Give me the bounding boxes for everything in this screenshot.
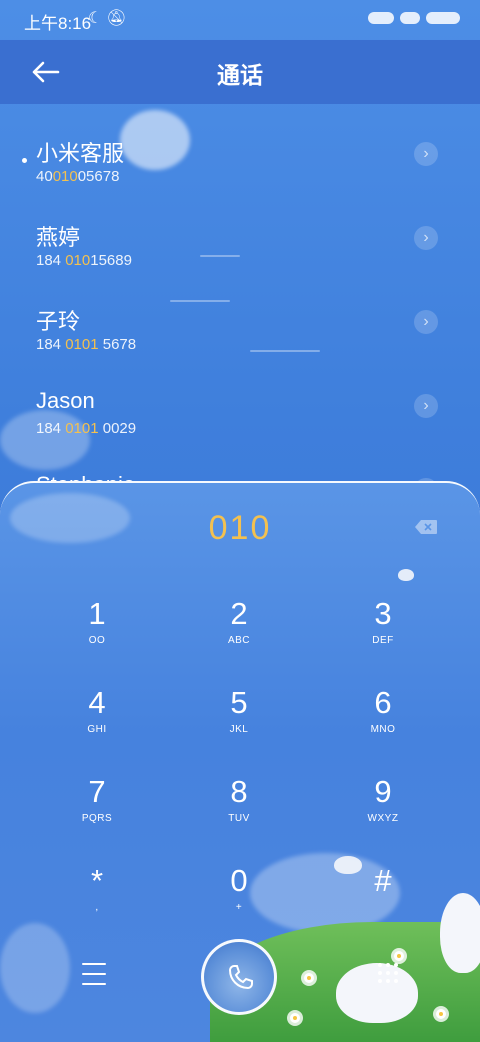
dial-input-display[interactable]: 010	[0, 509, 480, 548]
moon-icon: ☾	[88, 10, 107, 27]
contact-number: 4001005678	[36, 168, 120, 185]
contact-item[interactable]: Stephanie ›	[0, 448, 480, 484]
key-4[interactable]: 4 GHI	[42, 684, 152, 754]
contact-name: 燕婷	[36, 225, 81, 250]
key-7[interactable]: 7 PQRS	[42, 773, 152, 843]
wifi-icon	[400, 12, 420, 24]
key-0[interactable]: 0 +	[184, 862, 294, 932]
call-button[interactable]	[201, 939, 277, 1015]
mute-icon: 🔕︎	[106, 10, 131, 27]
menu-button[interactable]	[82, 963, 106, 985]
contact-list[interactable]: 小米客服 4001005678 › 燕婷 184 01015689 › 子玲 1…	[0, 104, 480, 484]
status-bar: 上午8:16 ☾🔕︎	[0, 0, 480, 40]
contact-name: Jason	[36, 388, 95, 413]
flower-decoration	[436, 1009, 446, 1019]
key-9[interactable]: 9 WXYZ	[328, 773, 438, 843]
key-3[interactable]: 3 DEF	[328, 595, 438, 665]
battery-icon	[426, 12, 460, 24]
flower-decoration	[304, 973, 314, 983]
chevron-right-icon[interactable]: ›	[414, 310, 438, 334]
chevron-right-icon[interactable]: ›	[414, 394, 438, 418]
contact-number: 184 0101 0029	[36, 420, 137, 437]
flower-decoration	[394, 951, 404, 961]
duck-decoration	[336, 963, 418, 1023]
backspace-icon[interactable]	[414, 519, 438, 535]
signal-icon	[368, 12, 394, 24]
status-right-icons	[368, 12, 460, 24]
dialer-panel: 010 1 OO 2 ABC 3 DEF 4 GHI 5 JKL 6 MNO 7 PQRS 8…	[0, 481, 480, 1042]
key-8[interactable]: 8 TUV	[184, 773, 294, 843]
duck-decoration	[334, 856, 362, 874]
chevron-right-icon[interactable]: ›	[414, 142, 438, 166]
contact-item[interactable]: 小米客服 4001005678 ›	[0, 112, 480, 196]
flower-decoration	[290, 1013, 300, 1023]
background-cloud	[0, 923, 70, 1013]
contact-name: 小米客服	[36, 141, 125, 166]
contact-item[interactable]: 燕婷 184 01015689 ›	[0, 196, 480, 280]
header-bar: 通话	[0, 40, 480, 104]
status-time: 上午8:16	[24, 14, 92, 33]
duck-decoration	[398, 569, 414, 581]
contact-name: 子玲	[36, 309, 81, 334]
selection-dot	[22, 158, 27, 163]
contact-number: 184 0101 5678	[36, 336, 137, 353]
contact-item[interactable]: Jason 184 0101 0029 ›	[0, 364, 480, 448]
contact-item[interactable]: 子玲 184 0101 5678 ›	[0, 280, 480, 364]
key-star[interactable]: *,	[42, 862, 152, 932]
page-title: 通话	[217, 62, 263, 88]
key-6[interactable]: 6 MNO	[328, 684, 438, 754]
phone-icon	[228, 965, 253, 990]
dialpad-toggle-button[interactable]	[378, 963, 398, 983]
chevron-right-icon[interactable]: ›	[414, 226, 438, 250]
contact-number: 184 01015689	[36, 252, 132, 269]
duck-decoration	[440, 893, 480, 973]
key-2[interactable]: 2 ABC	[184, 595, 294, 665]
key-5[interactable]: 5 JKL	[184, 684, 294, 754]
key-1[interactable]: 1 OO	[42, 595, 152, 665]
